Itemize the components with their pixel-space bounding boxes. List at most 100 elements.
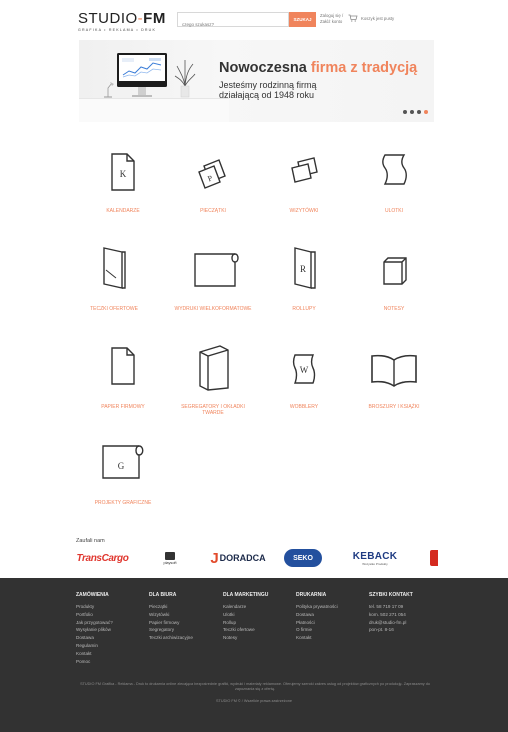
category-papier-firmowy[interactable]: PAPIER FIRMOWY <box>78 344 168 410</box>
category-label: PIECZĄTKI <box>200 208 226 214</box>
footer-mobile[interactable]: kom. 502 271 054 <box>369 611 413 619</box>
hero-banner[interactable]: Nowoczesna firma z tradycją Jesteśmy rod… <box>79 40 434 122</box>
footer-col-dla-biura: DLA BIURA Pieczątki Wizytówki Papier fir… <box>149 592 193 642</box>
footer-link[interactable]: Teczki archiwizacyjne <box>149 634 193 642</box>
footer-link[interactable]: Pomoc <box>76 658 113 666</box>
slider-dot-active[interactable] <box>424 110 428 114</box>
search-input[interactable] <box>178 18 288 31</box>
partners-carousel[interactable]: TransCargo playsoft J DORADCA SEKO KEBAC… <box>70 544 438 572</box>
logo-tagline: GRAFIKA • REKLAMA • DRUK <box>78 28 157 32</box>
slider-dot[interactable] <box>403 110 407 114</box>
category-teczki-ofertowe[interactable]: TECZKI OFERTOWE <box>69 244 159 312</box>
category-label: WIZYTÓWKI <box>289 208 319 214</box>
screen-chart-icon <box>122 58 162 78</box>
category-wobblery[interactable]: W WOBBLERY <box>259 350 349 410</box>
site-footer: ZAMÓWIENIA Produkty Portfolio Jak przygo… <box>0 578 508 732</box>
footer-link[interactable]: O firmie <box>296 626 338 634</box>
notepad-icon <box>383 257 407 285</box>
footer-col-title: DRUKARNIA <box>296 592 327 598</box>
cart-status: Koszyk jest pusty <box>361 15 395 21</box>
category-segregatory[interactable]: SEGREGATORY I OKŁADKI TWARDE <box>168 342 258 416</box>
partner-logo-keback[interactable]: KEBACK Wszystko Produkty <box>346 546 404 570</box>
category-pieczatki[interactable]: P PIECZĄTKI <box>168 150 258 214</box>
footer-link[interactable]: Teczki ofertowe <box>223 626 268 634</box>
footer-link[interactable]: Notesy <box>223 634 268 642</box>
partner-logo-transcargo[interactable]: TransCargo <box>75 546 130 570</box>
category-label: PROJEKTY GRAFICZNE <box>94 500 152 506</box>
footer-link[interactable]: Rollup <box>223 619 268 627</box>
footer-email[interactable]: druk@studio-fm.pl <box>369 619 413 627</box>
footer-link[interactable]: Polityka prywatności <box>296 603 338 611</box>
partner-logo-seko[interactable]: SEKO <box>282 546 324 570</box>
search-button[interactable]: SZUKAJ <box>289 12 316 27</box>
footer-link[interactable]: Wizytówki <box>149 611 193 619</box>
footer-hours: pon-pt. 8-16 <box>369 627 394 633</box>
category-label: ROLLUPY <box>292 306 316 312</box>
monitor-base <box>132 95 152 97</box>
category-rollupy[interactable]: R ROLLUPY <box>259 244 349 312</box>
svg-text:W: W <box>300 365 309 375</box>
footer-col-drukarnia: DRUKARNIA Polityka prywatności Dostawa P… <box>296 592 338 642</box>
footer-link[interactable]: Ulotki <box>223 611 268 619</box>
footer-col-title: DLA BIURA <box>149 592 177 598</box>
calendar-k-icon: K <box>111 153 135 191</box>
category-wydruki-wielkoformatowe[interactable]: WYDRUKI WIELKOFORMATOWE <box>168 244 258 312</box>
category-broszury[interactable]: BROSZURY I KSIĄŻKI <box>349 350 439 410</box>
footer-link[interactable]: Kalendarze <box>223 603 268 611</box>
slider-dot[interactable] <box>410 110 414 114</box>
partner-logo-playsoft[interactable]: playsoft <box>152 546 188 570</box>
cart-link[interactable]: Koszyk jest pusty <box>348 14 394 22</box>
logo-wordmark: STUDIO-FM <box>78 10 166 27</box>
svg-text:R: R <box>300 264 306 274</box>
folder-icon <box>103 247 126 289</box>
category-label: BROSZURY I KSIĄŻKI <box>368 404 420 410</box>
category-kalendarze[interactable]: K KALENDARZE <box>78 150 168 214</box>
footer-link[interactable]: Dostawa <box>76 634 113 642</box>
logo[interactable]: STUDIO-FM GRAFIKA • REKLAMA • DRUK <box>78 10 166 33</box>
lamp-icon <box>104 82 114 98</box>
footer-note: STUDIO FM Grafika - Reklama - Druk to dr… <box>80 682 430 691</box>
category-label: KALENDARZE <box>106 208 140 214</box>
footer-link[interactable]: Produkty <box>76 603 113 611</box>
footer-link[interactable]: Kontakt <box>296 634 338 642</box>
large-format-icon <box>194 253 239 287</box>
footer-link[interactable]: Pieczątki <box>149 603 193 611</box>
login-link[interactable]: Zaloguj się / Załóż konto <box>320 13 344 25</box>
category-wizytowki[interactable]: WIZYTÓWKI <box>259 150 349 214</box>
svg-text:G: G <box>118 461 125 471</box>
category-notesy[interactable]: NOTESY <box>349 244 439 312</box>
plant-icon <box>174 60 196 98</box>
category-label: WYDRUKI WIELKOFORMATOWE <box>174 306 252 312</box>
banner-title: Nowoczesna firma z tradycją <box>219 60 418 76</box>
category-label: TECZKI OFERTOWE <box>90 306 138 312</box>
footer-col-title: DLA MARKETINGU <box>223 592 269 598</box>
site-header: STUDIO-FM GRAFIKA • REKLAMA • DRUK SZUKA… <box>0 0 508 38</box>
partner-logo-partial[interactable] <box>430 546 438 570</box>
footer-link[interactable]: Jak przygotować? <box>76 619 113 627</box>
footer-phone[interactable]: tel. 58 719 17 09 <box>369 603 413 611</box>
svg-text:K: K <box>120 169 127 179</box>
rollup-r-icon: R <box>294 247 316 289</box>
footer-link[interactable]: Segregatory <box>149 626 193 634</box>
partner-logo-doradca[interactable]: J DORADCA <box>208 546 268 570</box>
book-icon <box>371 354 417 387</box>
category-label: WOBBLERY <box>289 404 319 410</box>
footer-link[interactable]: Płatności <box>296 619 338 627</box>
footer-link[interactable]: Kontakt <box>76 650 113 658</box>
footer-col-dla-marketingu: DLA MARKETINGU Kalendarze Ulotki Rollup … <box>223 592 268 642</box>
footer-link[interactable]: Regulamin <box>76 642 113 650</box>
footer-link[interactable]: Dostawa <box>296 611 338 619</box>
banner-desk <box>79 98 229 122</box>
footer-col-szybki-kontakt: SZYBKI KONTAKT tel. 58 719 17 09 kom. 50… <box>369 592 413 634</box>
search-box <box>177 12 289 31</box>
slider-dots <box>403 110 428 114</box>
footer-link[interactable]: Wysyłanie plików <box>76 626 113 634</box>
slider-dot[interactable] <box>417 110 421 114</box>
category-ulotki[interactable]: ULOTKI <box>349 150 439 214</box>
footer-link[interactable]: Portfolio <box>76 611 113 619</box>
category-projekty-graficzne[interactable]: G PROJEKTY GRAFICZNE <box>78 438 168 506</box>
playsoft-mark-icon <box>165 551 175 560</box>
category-label: ULOTKI <box>384 208 404 214</box>
letterhead-icon <box>111 347 135 385</box>
footer-link[interactable]: Papier firmowy <box>149 619 193 627</box>
